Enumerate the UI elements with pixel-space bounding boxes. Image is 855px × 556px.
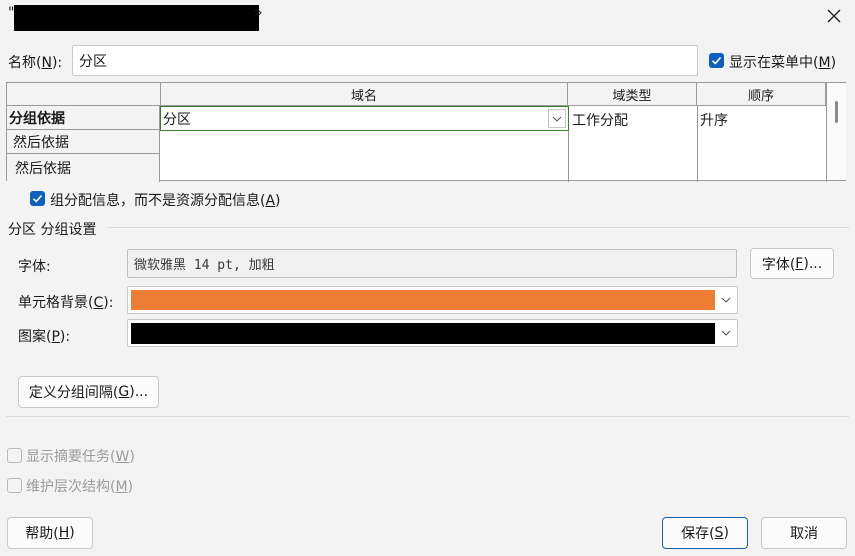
pattern-dropdown[interactable] <box>127 319 738 347</box>
close-button[interactable] <box>822 4 846 28</box>
column-header-field-type[interactable]: 域类型 <box>568 83 697 106</box>
row-header-then-by-2[interactable]: 然后依据 <box>7 154 160 182</box>
scrollbar-thumb[interactable] <box>835 101 838 123</box>
grid-divider <box>697 106 698 182</box>
chevron-down-icon <box>721 297 731 303</box>
close-icon <box>827 9 841 23</box>
group-fields-grid: 域名 域类型 顺序 分组依据 然后依据 然后依据 分区 工作分配 升序 <box>6 82 846 182</box>
order-cell[interactable]: 升序 <box>700 110 728 130</box>
name-input[interactable]: 分区 <box>72 45 698 76</box>
save-button[interactable]: 保存(S) <box>662 517 748 549</box>
font-label: 字体: <box>18 259 51 275</box>
name-label: 名称(N): <box>8 55 63 71</box>
group-assignments-label: 组分配信息，而不是资源分配信息(A) <box>50 193 281 209</box>
section-divider <box>108 227 849 228</box>
cell-background-label: 单元格背景(C): <box>18 295 114 311</box>
field-name-value: 分区 <box>163 111 191 128</box>
show-in-menu-checkbox[interactable] <box>709 53 724 68</box>
chevron-down-icon <box>721 330 731 336</box>
show-summary-tasks-checkbox[interactable] <box>7 448 22 463</box>
window-title-suffix: » <box>254 5 263 21</box>
help-button[interactable]: 帮助(H) <box>7 517 93 549</box>
font-value: 微软雅黑 14 pt, 加粗 <box>134 258 275 273</box>
field-name-cell-selected[interactable]: 分区 <box>160 106 569 131</box>
grid-corner <box>7 83 161 106</box>
font-button[interactable]: 字体(F)... <box>750 248 834 279</box>
column-header-field-name[interactable]: 域名 <box>161 83 568 106</box>
maintain-hierarchy-checkbox[interactable] <box>7 478 22 493</box>
show-summary-tasks-label: 显示摘要任务(W) <box>26 449 135 465</box>
checkmark-icon <box>32 194 43 203</box>
section-divider <box>6 416 849 417</box>
row-header-group-by[interactable]: 分组依据 <box>7 106 160 130</box>
pattern-swatch <box>131 323 715 344</box>
redacted-title <box>14 5 259 31</box>
field-type-cell[interactable]: 工作分配 <box>572 110 628 130</box>
chevron-down-icon <box>552 116 562 122</box>
checkmark-icon <box>711 56 722 65</box>
font-display: 微软雅黑 14 pt, 加粗 <box>127 249 737 278</box>
cell-background-dropdown[interactable] <box>127 286 738 314</box>
maintain-hierarchy-label: 维护层次结构(M) <box>26 479 134 495</box>
cell-background-swatch <box>131 290 715 310</box>
column-header-order[interactable]: 顺序 <box>697 83 826 106</box>
group-settings-title: 分区 分组设置 <box>8 222 97 238</box>
define-group-intervals-button[interactable]: 定义分组间隔(G)... <box>18 376 159 408</box>
grid-scrollbar[interactable] <box>827 83 846 180</box>
show-in-menu-label: 显示在菜单中(M) <box>729 55 837 71</box>
row-header-then-by-1[interactable]: 然后依据 <box>7 130 160 154</box>
field-dropdown-button[interactable] <box>548 109 566 128</box>
pattern-label: 图案(P): <box>18 329 71 345</box>
cancel-button[interactable]: 取消 <box>761 517 847 549</box>
group-assignments-checkbox[interactable] <box>30 191 45 206</box>
name-input-value: 分区 <box>79 53 107 70</box>
